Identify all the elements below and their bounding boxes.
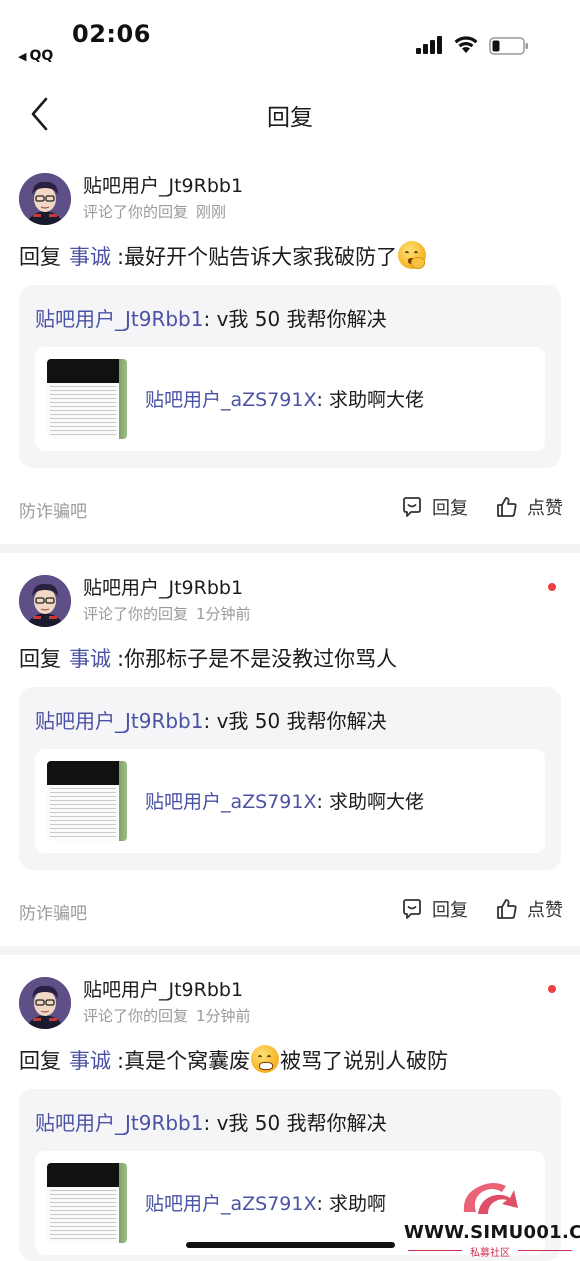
- wifi-icon: [454, 36, 478, 53]
- reply-content: 回复 事诚:最好开个贴告诉大家我破防了: [19, 241, 427, 271]
- avatar[interactable]: [19, 575, 71, 627]
- original-post-box[interactable]: 贴吧用户_aZS791X: 求助啊大佬: [35, 749, 545, 853]
- avatar[interactable]: [19, 173, 71, 225]
- comment-icon: [403, 899, 421, 919]
- original-text: : 求助啊: [316, 1193, 386, 1215]
- thumbs-up-icon: [497, 497, 517, 517]
- original-post-box[interactable]: 贴吧用户_aZS791X: 求助啊大佬: [35, 347, 545, 451]
- reply-button[interactable]: 回复: [400, 493, 468, 521]
- reply-label: 回复: [432, 498, 468, 519]
- watermark-subtitle: 私募社区: [402, 1244, 578, 1259]
- quote-text: : v我 50 我帮你解决: [203, 307, 387, 331]
- notification-meta: 评论了你的回复 1分钟前: [83, 1005, 251, 1026]
- page-title: 回复: [267, 105, 313, 131]
- status-time: 02:06: [72, 20, 151, 48]
- quote-username[interactable]: 贴吧用户_Jt9Rbb1: [35, 307, 203, 331]
- card-divider: [0, 544, 580, 553]
- thumbs-up-icon: [497, 899, 517, 919]
- reply-label: 回复: [432, 900, 468, 921]
- card-divider: [0, 946, 580, 955]
- quote-line: 贴吧用户_Jt9Rbb1: v我 50 我帮你解决: [35, 705, 387, 734]
- content-text: :最好开个贴告诉大家我破防了: [117, 245, 398, 269]
- content-prefix: 回复: [19, 245, 61, 269]
- quoted-reply-box[interactable]: 贴吧用户_Jt9Rbb1: v我 50 我帮你解决 贴吧用户_aZS791X: …: [19, 285, 561, 468]
- quote-username[interactable]: 贴吧用户_Jt9Rbb1: [35, 709, 203, 733]
- content-text: :真是个窝囊废: [117, 1049, 251, 1073]
- back-to-app-link[interactable]: ◀ QQ: [18, 48, 53, 64]
- covering-mouth-emoji-icon: [398, 241, 427, 269]
- quote-username[interactable]: 贴吧用户_Jt9Rbb1: [35, 1111, 203, 1135]
- post-thumbnail[interactable]: [47, 761, 127, 841]
- comment-icon: [403, 497, 421, 517]
- reply-button[interactable]: 回复: [400, 895, 468, 923]
- time-ago: 1分钟前: [196, 605, 251, 623]
- quote-text: : v我 50 我帮你解决: [203, 709, 387, 733]
- mention-link[interactable]: 事诚: [69, 647, 111, 671]
- reply-content: 回复 事诚:真是个窝囊废 被骂了说别人破防: [19, 1045, 448, 1075]
- forum-name[interactable]: 防诈骗吧: [19, 899, 87, 924]
- back-app-label: QQ: [29, 48, 54, 64]
- content-prefix: 回复: [19, 647, 61, 671]
- original-username[interactable]: 贴吧用户_aZS791X: [145, 1193, 317, 1215]
- battery-icon: [489, 37, 528, 55]
- site-watermark: WWW.SIMU001.CN 私募社区: [402, 1172, 580, 1261]
- unread-dot: [548, 985, 556, 993]
- content-text: :你那标子是不是没教过你骂人: [117, 647, 398, 671]
- cellular-signal-icon: [416, 36, 442, 54]
- post-thumbnail[interactable]: [47, 1163, 127, 1243]
- grimacing-emoji-icon: [251, 1045, 280, 1073]
- time-ago: 1分钟前: [196, 1007, 251, 1025]
- nav-bar: 回复: [0, 84, 580, 144]
- unread-dot: [548, 583, 556, 591]
- home-indicator[interactable]: [186, 1242, 395, 1248]
- notification-meta: 评论了你的回复 刚刚: [83, 201, 226, 222]
- content-text-after-emoji: 被骂了说别人破防: [280, 1049, 449, 1073]
- time-ago: 刚刚: [196, 203, 227, 221]
- original-text: : 求助啊大佬: [316, 791, 424, 813]
- notification-meta: 评论了你的回复 1分钟前: [83, 603, 251, 624]
- username[interactable]: 贴吧用户_Jt9Rbb1: [83, 171, 243, 198]
- forum-name[interactable]: 防诈骗吧: [19, 497, 87, 522]
- mention-link[interactable]: 事诚: [69, 245, 111, 269]
- reply-card[interactable]: 贴吧用户_Jt9Rbb1 评论了你的回复 刚刚 回复 事诚:最好开个贴告诉大家我破防…: [0, 173, 580, 533]
- reply-card[interactable]: 贴吧用户_Jt9Rbb1 评论了你的回复 1分钟前 回复 事诚:你那标子是不是没教过…: [0, 575, 580, 935]
- action-text: 评论了你的回复: [83, 1007, 189, 1025]
- quote-text: : v我 50 我帮你解决: [203, 1111, 387, 1135]
- content-prefix: 回复: [19, 1049, 61, 1073]
- watermark-logo-icon: [463, 1183, 518, 1214]
- username[interactable]: 贴吧用户_Jt9Rbb1: [83, 573, 243, 600]
- quote-line: 贴吧用户_Jt9Rbb1: v我 50 我帮你解决: [35, 1107, 387, 1136]
- quote-line: 贴吧用户_Jt9Rbb1: v我 50 我帮你解决: [35, 303, 387, 332]
- quoted-reply-box[interactable]: 贴吧用户_Jt9Rbb1: v我 50 我帮你解决 贴吧用户_aZS791X: …: [19, 687, 561, 870]
- like-label: 点赞: [527, 498, 563, 519]
- username[interactable]: 贴吧用户_Jt9Rbb1: [83, 975, 243, 1002]
- action-text: 评论了你的回复: [83, 203, 189, 221]
- like-button[interactable]: 点赞: [495, 895, 563, 923]
- like-label: 点赞: [527, 900, 563, 921]
- original-post-line: 贴吧用户_aZS791X: 求助啊大佬: [145, 787, 424, 814]
- post-thumbnail[interactable]: [47, 359, 127, 439]
- action-text: 评论了你的回复: [83, 605, 189, 623]
- watermark-site: WWW.SIMU001.CN: [404, 1222, 580, 1243]
- like-button[interactable]: 点赞: [495, 493, 563, 521]
- original-username[interactable]: 贴吧用户_aZS791X: [145, 389, 317, 411]
- mention-link[interactable]: 事诚: [69, 1049, 111, 1073]
- status-bar: 02:06 ◀ QQ: [0, 0, 580, 80]
- original-text: : 求助啊大佬: [316, 389, 424, 411]
- original-username[interactable]: 贴吧用户_aZS791X: [145, 791, 317, 813]
- original-post-line: 贴吧用户_aZS791X: 求助啊: [145, 1189, 386, 1216]
- avatar[interactable]: [19, 977, 71, 1029]
- original-post-line: 贴吧用户_aZS791X: 求助啊大佬: [145, 385, 424, 412]
- back-triangle-icon: ◀: [18, 50, 27, 63]
- reply-content: 回复 事诚:你那标子是不是没教过你骂人: [19, 643, 397, 673]
